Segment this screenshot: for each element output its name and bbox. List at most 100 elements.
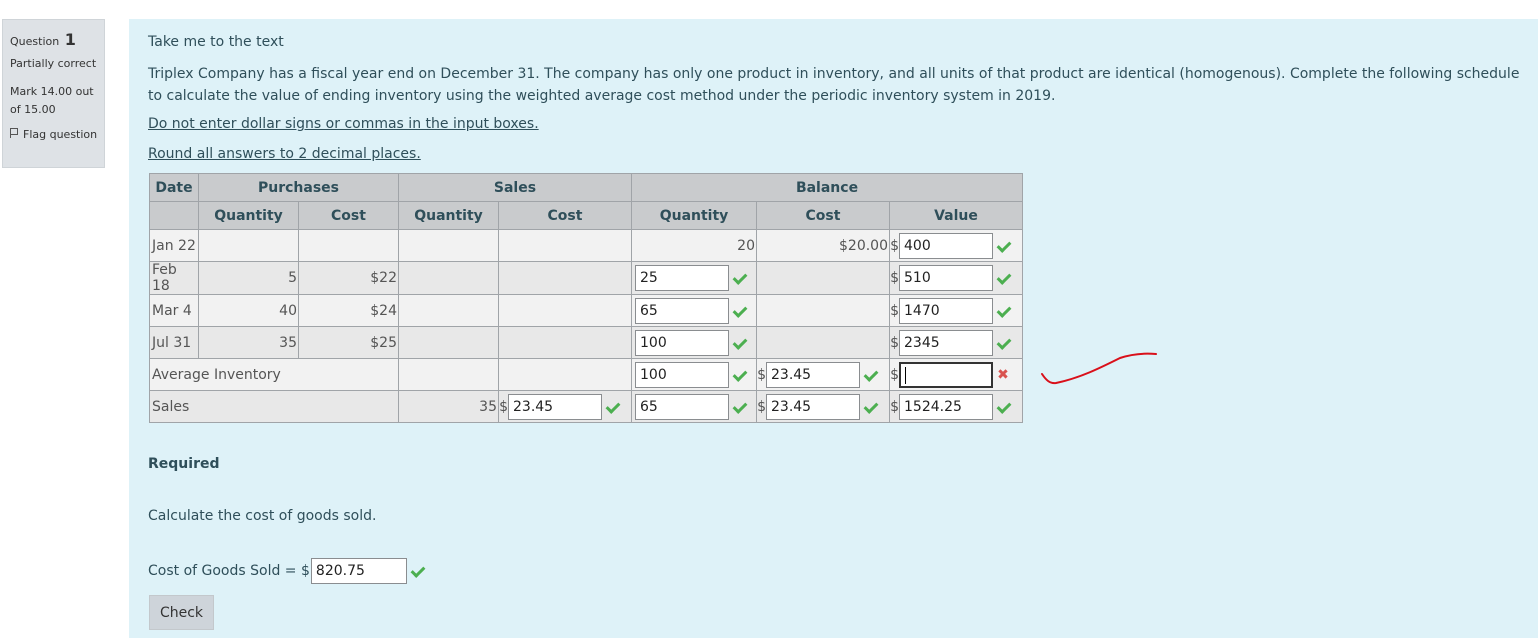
flag-label: Flag question: [23, 128, 98, 141]
balance-value-input[interactable]: 1470: [899, 297, 993, 324]
empty-cell: [398, 229, 499, 262]
balance-value-cell: $2345: [889, 326, 1023, 359]
row-label: Sales: [149, 390, 399, 423]
row-date: Jul 31: [149, 326, 199, 359]
table-row: Jul 31 35 $25 100 $2345: [149, 326, 1023, 359]
header-balance-value: Value: [889, 201, 1023, 230]
flag-question-button[interactable]: Flag question: [10, 126, 97, 144]
header-date: Date: [149, 173, 199, 202]
empty-cell: [498, 358, 632, 391]
dollar-sign: $: [499, 398, 508, 415]
dollar-sign: $: [890, 237, 899, 254]
balance-quantity-input[interactable]: 65: [635, 393, 729, 420]
balance-cost-input[interactable]: 23.45: [766, 393, 860, 420]
correct-check-icon: [410, 564, 424, 578]
correct-check-icon: [996, 304, 1010, 318]
balance-quantity-input[interactable]: 100: [635, 361, 729, 388]
header-purchases-cost: Cost: [298, 201, 399, 230]
balance-quantity-cell: 100: [631, 326, 757, 359]
empty-cell: [298, 229, 399, 262]
correct-check-icon: [605, 400, 619, 414]
check-button[interactable]: Check: [149, 595, 214, 630]
cogs-row: Cost of Goods Sold = $820.75: [148, 558, 424, 584]
purchases-cost: $22: [298, 261, 399, 295]
sales-cost-input[interactable]: 23.45: [508, 393, 602, 420]
balance-value-input[interactable]: 510: [899, 265, 993, 291]
row-date: Jan 22: [149, 229, 199, 262]
cogs-label: Cost of Goods Sold =: [148, 563, 301, 579]
purchases-cost: $25: [298, 326, 399, 359]
balance-quantity-cell: 25: [631, 261, 757, 295]
correct-check-icon: [732, 400, 746, 414]
header-balance-quantity: Quantity: [631, 201, 757, 230]
balance-value-input[interactable]: 400: [899, 232, 993, 259]
balance-value-cell: $ ✖: [889, 358, 1023, 391]
row-date: Feb 18: [149, 261, 199, 295]
balance-quantity-cell: 65: [631, 294, 757, 327]
table-row: Feb 18 5 $22 25 $510: [149, 261, 1023, 295]
dollar-sign: $: [890, 366, 899, 383]
balance-cost-input[interactable]: 23.45: [766, 361, 860, 388]
correct-check-icon: [996, 336, 1010, 350]
empty-cell: [756, 326, 890, 359]
dollar-sign: $: [301, 563, 310, 579]
empty-cell: [398, 261, 499, 295]
row-label: Average Inventory: [149, 358, 399, 391]
header-blank: [149, 201, 199, 230]
header-sales-cost: Cost: [498, 201, 632, 230]
dollar-sign: $: [890, 302, 899, 319]
required-heading: Required: [148, 456, 220, 472]
question-state: Partially correct: [10, 57, 97, 70]
correct-check-icon: [732, 271, 746, 285]
table-row: Jan 22 20 $20.00 $400: [149, 229, 1023, 262]
take-me-to-text-link[interactable]: Take me to the text: [148, 34, 284, 50]
balance-value-input[interactable]: 2345: [899, 329, 993, 356]
balance-quantity-input[interactable]: 65: [635, 297, 729, 324]
header-sales: Sales: [398, 173, 632, 202]
balance-quantity-input[interactable]: 25: [635, 265, 729, 291]
balance-cost-cell: $23.45: [756, 358, 890, 391]
table-row: Average Inventory 100 $23.45 $ ✖: [149, 358, 1023, 391]
empty-cell: [398, 294, 499, 327]
empty-cell: [756, 261, 890, 295]
table-row: Mar 4 40 $24 65 $1470: [149, 294, 1023, 327]
balance-value-input[interactable]: 1524.25: [899, 393, 993, 420]
dollar-sign: $: [757, 398, 766, 415]
balance-value-input-focused[interactable]: [899, 361, 993, 388]
correct-check-icon: [732, 368, 746, 382]
incorrect-cross-icon: ✖: [997, 366, 1009, 383]
question-content: Take me to the text Triplex Company has …: [129, 19, 1538, 638]
dollar-sign: $: [890, 270, 899, 286]
empty-cell: [756, 294, 890, 327]
purchases-quantity: 5: [198, 261, 299, 295]
text-caret: [905, 367, 906, 384]
empty-cell: [498, 261, 632, 295]
instruction-no-dollar: Do not enter dollar signs or commas in t…: [148, 116, 539, 132]
empty-cell: [498, 326, 632, 359]
balance-value-cell: $1524.25: [889, 390, 1023, 423]
question-number: Question 1: [10, 30, 76, 49]
purchases-quantity: 40: [198, 294, 299, 327]
dollar-sign: $: [757, 366, 766, 383]
cogs-input[interactable]: 820.75: [310, 558, 407, 584]
balance-quantity-input[interactable]: 100: [635, 329, 729, 356]
sales-cost-cell: $23.45: [498, 390, 632, 423]
purchases-cost: $24: [298, 294, 399, 327]
balance-quantity-cell: 100: [631, 358, 757, 391]
balance-cost: $20.00: [756, 229, 890, 262]
flag-icon: [10, 128, 19, 138]
question-grade: Mark 14.00 out of 15.00: [10, 85, 94, 116]
question-text: Triplex Company has a fiscal year end on…: [148, 66, 1520, 104]
empty-cell: [498, 229, 632, 262]
correct-check-icon: [996, 271, 1010, 285]
correct-check-icon: [996, 239, 1010, 253]
purchases-quantity: 35: [198, 326, 299, 359]
header-sales-quantity: Quantity: [398, 201, 499, 230]
correct-check-icon: [863, 400, 877, 414]
balance-value-cell: $1470: [889, 294, 1023, 327]
header-purchases: Purchases: [198, 173, 399, 202]
table-row: Sales 35 $23.45 65 $23.45 $1524.25: [149, 390, 1023, 423]
correct-check-icon: [996, 400, 1010, 414]
empty-cell: [398, 358, 499, 391]
empty-cell: [498, 294, 632, 327]
